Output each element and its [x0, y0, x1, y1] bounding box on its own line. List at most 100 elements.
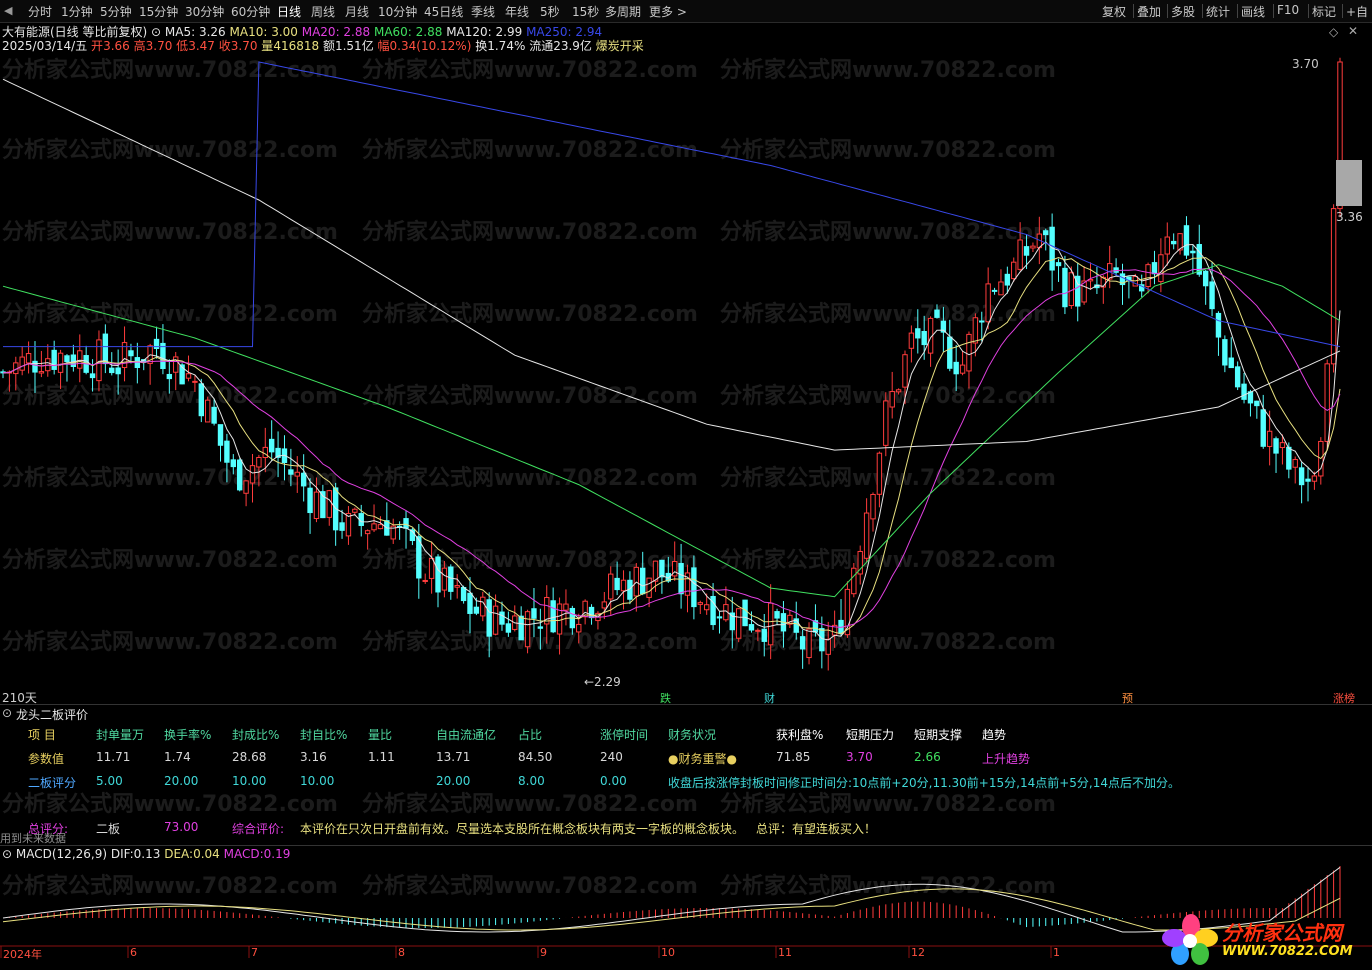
panel-header-12: 短期支撑	[914, 728, 963, 742]
candle	[19, 346, 25, 376]
candle	[1164, 222, 1170, 266]
candle	[556, 597, 563, 655]
candle	[723, 586, 729, 622]
kline-chart[interactable]	[0, 0, 1372, 706]
candle	[991, 287, 998, 295]
candle	[192, 375, 198, 392]
flower-logo-icon	[1162, 914, 1218, 965]
watermark-text: 分析家公式网www.70822.com	[2, 874, 338, 899]
total-score: 73.00	[164, 820, 199, 834]
candle	[512, 605, 518, 632]
candle	[953, 344, 959, 392]
logo-name: 分析家公式网	[1222, 921, 1342, 945]
row2-value-3: 10.00	[300, 774, 335, 788]
comment-text: 本评价在只次日开盘前有效。尽量选本支股所在概念板块有两支一字板的概念板块。	[300, 822, 745, 836]
dif-line	[2, 866, 1341, 933]
candle	[863, 498, 870, 563]
candle	[1318, 437, 1324, 485]
candle	[1241, 372, 1247, 404]
candle	[851, 562, 857, 598]
candle	[563, 589, 569, 626]
row1-label: 参数值	[28, 752, 65, 766]
axis-label-3: 8	[398, 946, 405, 959]
candle	[755, 628, 761, 642]
axis-label-7: 12	[911, 946, 925, 959]
candle	[441, 560, 448, 598]
candle	[1049, 213, 1055, 291]
candle	[224, 433, 230, 483]
row2-value-6: 0.00	[600, 774, 627, 788]
candle	[1273, 436, 1279, 473]
low-price-mark: ←2.29	[584, 675, 621, 689]
candle	[384, 502, 390, 536]
candle	[633, 563, 640, 612]
candle	[1087, 262, 1094, 290]
candle	[281, 435, 288, 481]
candle	[857, 545, 863, 585]
price-highlight-box	[1336, 160, 1362, 206]
candle	[883, 392, 889, 457]
candle	[505, 611, 512, 637]
ma250-line	[3, 61, 1341, 348]
candle	[537, 608, 544, 650]
candle	[313, 477, 320, 523]
candle	[243, 480, 249, 507]
ma10-line	[2, 256, 1341, 635]
candle	[1234, 361, 1241, 391]
candle	[115, 349, 121, 395]
candle	[1202, 269, 1209, 305]
candle	[121, 326, 128, 382]
row1-value-7: 240	[600, 750, 623, 764]
row2-value-0: 5.00	[96, 774, 123, 788]
candle	[1222, 335, 1228, 373]
candle	[160, 324, 166, 375]
candle	[339, 509, 345, 539]
panel-header-4: 封自比%	[300, 728, 348, 742]
candle	[1177, 233, 1183, 255]
panel-collapse-icon[interactable]: ⊙	[2, 706, 12, 720]
candle	[940, 306, 947, 352]
candle	[665, 556, 672, 583]
logo-url: WWW.70822.COM	[1222, 944, 1353, 959]
candle	[345, 506, 352, 545]
row2-value-2: 10.00	[232, 774, 267, 788]
candle	[185, 355, 192, 382]
candle	[1017, 222, 1023, 271]
candle	[697, 600, 703, 615]
candle	[947, 319, 953, 372]
candle	[691, 555, 697, 620]
axis-label-1: 6	[130, 946, 137, 959]
macd-collapse-icon[interactable]: ⊙	[2, 847, 12, 861]
row2-label: 二板评分	[28, 776, 77, 790]
candle	[6, 370, 13, 392]
total-type: 二板	[96, 822, 121, 836]
candle	[268, 420, 275, 461]
candle	[294, 456, 300, 493]
candle	[307, 478, 313, 534]
candle	[236, 458, 243, 492]
ma20-line	[2, 267, 1341, 628]
candle	[179, 363, 185, 385]
candle	[288, 448, 294, 487]
candle	[428, 541, 435, 594]
site-logo: 分析家公式网 WWW.70822.COM	[1160, 912, 1370, 968]
candle	[966, 331, 972, 389]
candle	[908, 325, 915, 363]
candle	[1030, 242, 1036, 252]
candle	[1100, 275, 1107, 304]
row2-value-1: 20.00	[164, 774, 199, 788]
macd-value: 0.19	[263, 847, 291, 861]
comment-label: 综合评价:	[232, 822, 285, 836]
candle	[915, 309, 921, 354]
candle	[876, 451, 883, 508]
panel-header-8: 涨停时间	[600, 728, 649, 742]
candle	[64, 354, 70, 382]
axis-label-8: 1	[1053, 946, 1060, 959]
candle	[480, 591, 486, 622]
panel-header-6: 自由流通亿	[436, 728, 497, 742]
candle	[77, 334, 83, 383]
row1-value-6: 84.50	[518, 750, 553, 764]
axis-label-4: 9	[540, 946, 547, 959]
dea-value: 0.04	[193, 847, 220, 861]
candle	[1113, 258, 1119, 277]
